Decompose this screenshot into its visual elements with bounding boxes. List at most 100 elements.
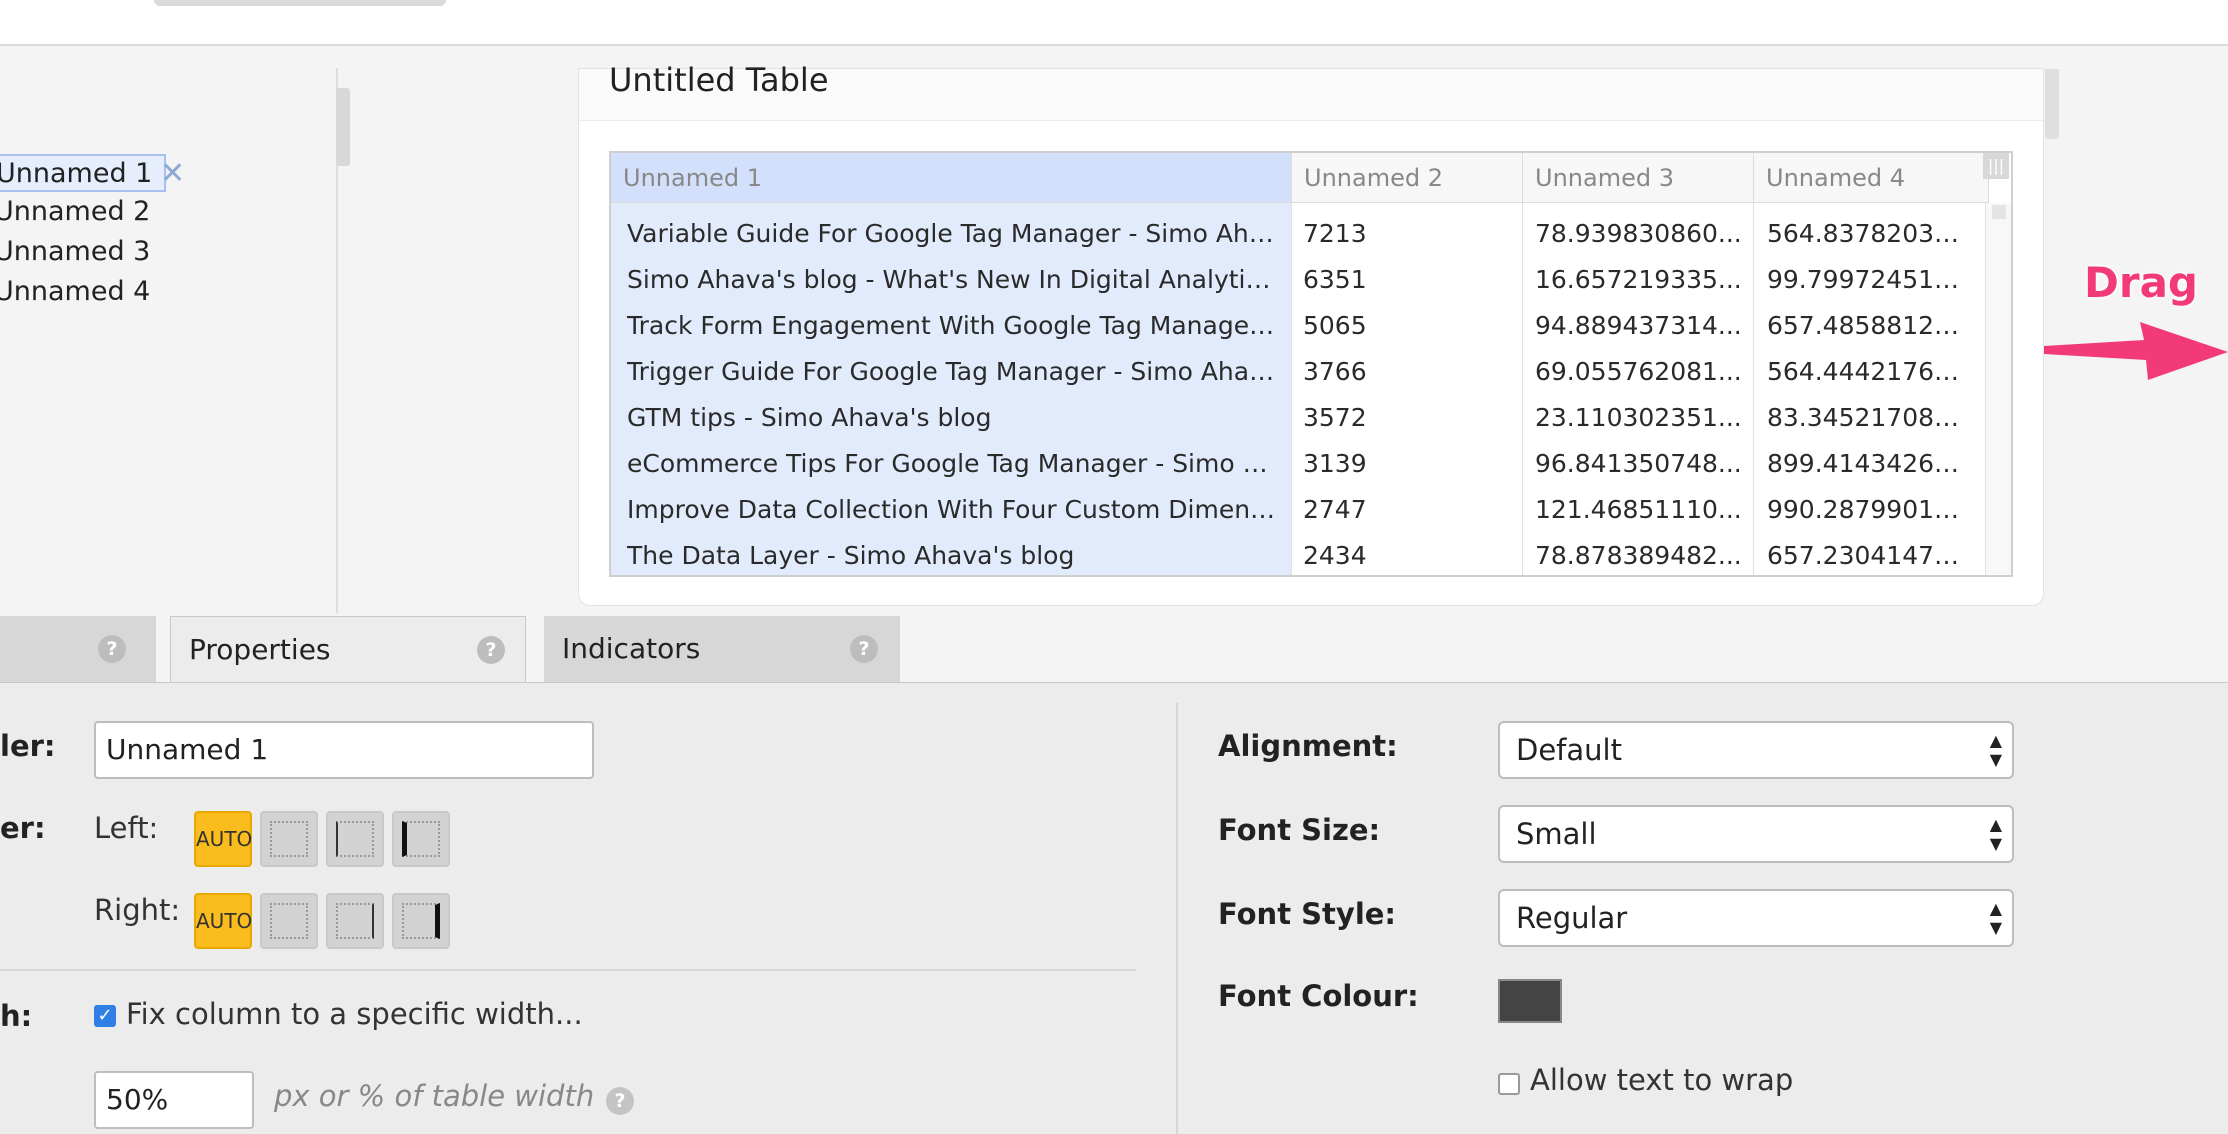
- top-tab-stub[interactable]: [154, 0, 446, 6]
- table-cell[interactable]: 99.799724517...: [1767, 257, 1967, 303]
- columns-list-scrollbar[interactable]: [336, 88, 350, 166]
- column-item-2[interactable]: Unnamed 2: [0, 194, 150, 232]
- border-right-label: Right:: [94, 893, 181, 927]
- fix-width-label: Fix column to a specific width...: [126, 997, 583, 1031]
- width-label: h:: [0, 999, 33, 1033]
- help-icon[interactable]: ?: [606, 1087, 634, 1115]
- section-divider: [0, 969, 1136, 971]
- table-cell[interactable]: 5065: [1303, 303, 1518, 349]
- table-cell[interactable]: 3139: [1303, 441, 1518, 487]
- column-item-1[interactable]: Unnamed 1: [0, 154, 167, 192]
- border-label: er:: [0, 811, 46, 845]
- table-header-2[interactable]: Unnamed 2: [1292, 153, 1523, 203]
- table-cell[interactable]: 96.841350748...: [1535, 441, 1750, 487]
- table-cell[interactable]: 899.41434262...: [1767, 441, 1967, 487]
- table-preview-card: Untitled Table Unnamed 1 Unnamed 2 Unnam…: [578, 61, 2059, 606]
- header-label: ler:: [0, 729, 56, 763]
- wrap-text-checkbox[interactable]: [1498, 1073, 1520, 1095]
- table-cell[interactable]: 7213: [1303, 211, 1518, 257]
- table-header-3[interactable]: Unnamed 3: [1523, 153, 1754, 203]
- table-cell[interactable]: 16.657219335...: [1535, 257, 1750, 303]
- table-cell[interactable]: 3766: [1303, 349, 1518, 395]
- table-cell[interactable]: GTM tips - Simo Ahava's blog: [627, 395, 1277, 441]
- column-item-4[interactable]: Unnamed 4: [0, 274, 150, 312]
- wrap-text-label: Allow text to wrap: [1530, 1063, 1794, 1097]
- table-card-header: Untitled Table: [579, 61, 2043, 121]
- table-cell[interactable]: Trigger Guide For Google Tag Manager - S…: [627, 349, 1277, 395]
- select-arrows-icon: ▲ ▼: [1989, 815, 2002, 853]
- header-text-input[interactable]: Unnamed 1: [94, 721, 594, 779]
- table-title: Untitled Table: [609, 61, 829, 99]
- card-scrollbar[interactable]: [2045, 69, 2059, 139]
- border-none-icon: [270, 903, 308, 939]
- table-cell[interactable]: 78.939830860...: [1535, 211, 1750, 257]
- border-none-icon: [270, 821, 308, 857]
- table-scrollbar[interactable]: [1985, 203, 2011, 575]
- table-cell[interactable]: eCommerce Tips For Google Tag Manager - …: [627, 441, 1277, 487]
- column-menu-icon[interactable]: |||: [1983, 153, 2009, 179]
- tab-partial[interactable]: ?: [0, 616, 156, 682]
- tab-indicators[interactable]: Indicators ?: [544, 616, 900, 682]
- border-left-none-button[interactable]: [260, 811, 318, 867]
- table-cell[interactable]: 121.46851110...: [1535, 487, 1750, 533]
- alignment-label: Alignment:: [1218, 729, 1398, 763]
- table-cell[interactable]: 3572: [1303, 395, 1518, 441]
- border-left-thin-button[interactable]: [326, 811, 384, 867]
- table-header-1[interactable]: Unnamed 1: [611, 153, 1292, 203]
- table-cell[interactable]: 83.345217084...: [1767, 395, 1967, 441]
- border-right-none-button[interactable]: [260, 893, 318, 949]
- width-hint: px or % of table width: [274, 1079, 595, 1113]
- table-scroll-thumb[interactable]: [1992, 205, 2006, 219]
- table-cell[interactable]: 23.110302351...: [1535, 395, 1750, 441]
- drag-arrow-icon: [2044, 322, 2228, 380]
- remove-column-icon[interactable]: ✕: [160, 156, 185, 191]
- border-right-thin-button[interactable]: [326, 893, 384, 949]
- table-cell[interactable]: 78.878389482...: [1535, 533, 1750, 575]
- table-cell[interactable]: 564.44421768...: [1767, 349, 1967, 395]
- top-bar: [0, 0, 2228, 46]
- table-cell[interactable]: Improve Data Collection With Four Custom…: [627, 487, 1277, 533]
- border-left-label: Left:: [94, 811, 159, 845]
- tab-properties[interactable]: Properties ?: [170, 616, 526, 682]
- table-cell[interactable]: Track Form Engagement With Google Tag Ma…: [627, 303, 1277, 349]
- border-thick-right-icon: [402, 903, 440, 939]
- table-cell[interactable]: 94.889437314...: [1535, 303, 1750, 349]
- table-cell[interactable]: 2747: [1303, 487, 1518, 533]
- table-cell[interactable]: 564.83782030...: [1767, 211, 1967, 257]
- alignment-select[interactable]: Default ▲ ▼: [1498, 721, 2014, 779]
- table-cell[interactable]: 990.28799019...: [1767, 487, 1967, 533]
- table-cell[interactable]: Simo Ahava's blog - What's New In Digita…: [627, 257, 1277, 303]
- border-right-auto-button[interactable]: AUTO: [194, 893, 252, 949]
- font-style-select[interactable]: Regular ▲ ▼: [1498, 889, 2014, 947]
- drag-annotation-label: Drag: [2084, 258, 2198, 307]
- border-thin-left-icon: [336, 821, 374, 857]
- table-cell[interactable]: 657.23041474...: [1767, 533, 1967, 575]
- font-size-select[interactable]: Small ▲ ▼: [1498, 805, 2014, 863]
- table-cell[interactable]: 657.48588120...: [1767, 303, 1967, 349]
- width-value-input[interactable]: 50%: [94, 1071, 254, 1129]
- table-grid: Unnamed 1 Unnamed 2 Unnamed 3 Unnamed 4 …: [609, 151, 2013, 577]
- table-cell[interactable]: 2434: [1303, 533, 1518, 575]
- help-icon[interactable]: ?: [98, 635, 126, 663]
- border-left-auto-button[interactable]: AUTO: [194, 811, 252, 867]
- border-thick-left-icon: [402, 821, 440, 857]
- column-item-3[interactable]: Unnamed 3: [0, 234, 150, 272]
- help-icon[interactable]: ?: [477, 636, 505, 664]
- tabs-bar: ? Properties ? Indicators ?: [0, 616, 2228, 682]
- select-arrows-icon: ▲ ▼: [1989, 899, 2002, 937]
- table-cell[interactable]: Variable Guide For Google Tag Manager - …: [627, 211, 1277, 257]
- font-size-label: Font Size:: [1218, 813, 1381, 847]
- table-header-4[interactable]: Unnamed 4: [1754, 153, 1989, 203]
- select-arrows-icon: ▲ ▼: [1989, 731, 2002, 769]
- table-cell[interactable]: 6351: [1303, 257, 1518, 303]
- help-icon[interactable]: ?: [850, 635, 878, 663]
- border-left-thick-button[interactable]: [392, 811, 450, 867]
- table-cell[interactable]: 69.055762081...: [1535, 349, 1750, 395]
- font-colour-swatch[interactable]: [1498, 979, 1562, 1023]
- border-thin-right-icon: [336, 903, 374, 939]
- border-right-thick-button[interactable]: [392, 893, 450, 949]
- panel-vertical-divider: [1176, 703, 1178, 1134]
- table-cell[interactable]: The Data Layer - Simo Ahava's blog: [627, 533, 1277, 575]
- font-style-label: Font Style:: [1218, 897, 1397, 931]
- fix-width-checkbox[interactable]: ✓: [94, 1005, 116, 1027]
